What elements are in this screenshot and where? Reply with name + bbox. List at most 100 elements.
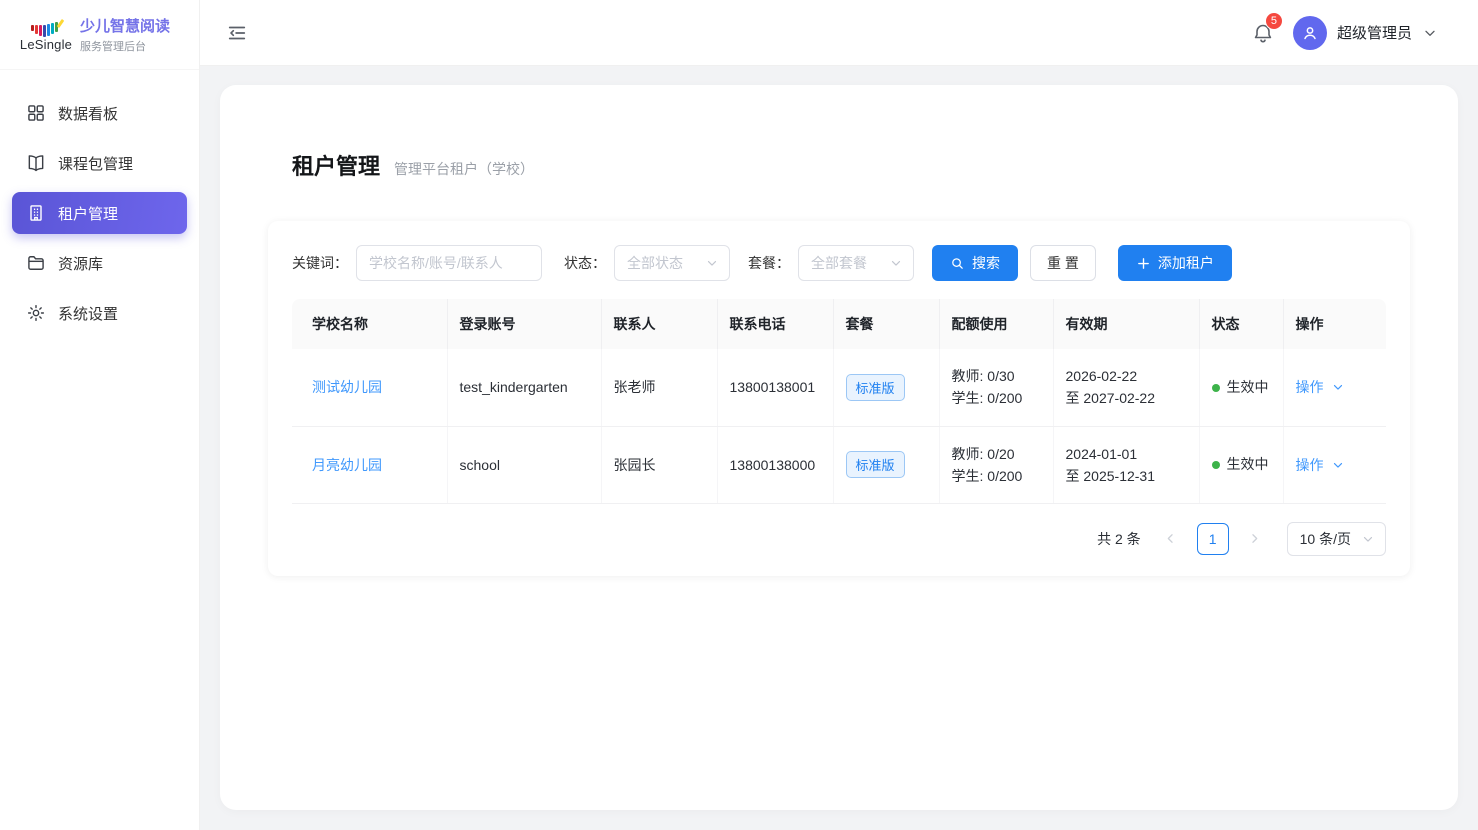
filter-bar: 关键词： 状态： 全部状态 套餐： 全部套餐 <box>292 245 1386 281</box>
header-school-name: 学校名称 <box>292 299 447 349</box>
plan-select[interactable]: 全部套餐 <box>798 245 914 281</box>
page-size-select[interactable]: 10 条/页 <box>1287 522 1386 556</box>
plan-label: 套餐： <box>748 253 790 273</box>
sidebar: LeSingle 少儿智慧阅读 服务管理后台 数据看板 课程包 <box>0 0 200 830</box>
actions-label: 操作 <box>1296 455 1324 475</box>
valid-to: 至 2025-12-31 <box>1066 465 1187 487</box>
page-size-value: 10 条/页 <box>1300 529 1351 549</box>
search-button[interactable]: 搜索 <box>932 245 1018 281</box>
keyword-label: 关键词： <box>292 253 348 273</box>
table-body: 测试幼儿园 test_kindergarten 张老师 13800138001 … <box>292 349 1386 503</box>
pagination-total: 共 2 条 <box>1097 529 1141 549</box>
pagination-prev-icon[interactable] <box>1157 525 1185 553</box>
page-header: 租户管理 管理平台租户（学校） <box>268 149 1410 181</box>
page-title: 租户管理 <box>292 149 380 181</box>
logo-bars-icon <box>31 18 62 36</box>
brand-subtitle: 服务管理后台 <box>80 38 170 54</box>
actions-dropdown[interactable]: 操作 <box>1296 455 1345 475</box>
quota-teacher: 教师: 0/30 <box>952 365 1041 387</box>
phone-cell: 13800138001 <box>717 349 833 426</box>
status-badge: 生效中 <box>1227 456 1269 472</box>
header-plan: 套餐 <box>833 299 939 349</box>
school-name-link[interactable]: 测试幼儿园 <box>312 379 382 395</box>
table-row: 测试幼儿园 test_kindergarten 张老师 13800138001 … <box>292 349 1386 426</box>
plan-select-value: 全部套餐 <box>811 253 867 273</box>
table-row: 月亮幼儿园 school 张园长 13800138000 标准版 教师: 0/2… <box>292 426 1386 503</box>
keyword-input[interactable] <box>356 245 542 281</box>
quota-teacher: 教师: 0/20 <box>952 443 1041 465</box>
sidebar-item-label: 资源库 <box>58 253 103 274</box>
tenant-panel: 关键词： 状态： 全部状态 套餐： 全部套餐 <box>268 221 1410 576</box>
sidebar-item-course-packages[interactable]: 课程包管理 <box>12 142 187 184</box>
chevron-down-icon <box>1331 380 1345 394</box>
search-icon <box>950 256 965 271</box>
page-card: 租户管理 管理平台租户（学校） 关键词： 状态： 全部状态 <box>220 85 1458 810</box>
sidebar-item-tenant-management[interactable]: 租户管理 <box>12 192 187 234</box>
status-cell: 生效中 <box>1199 426 1283 503</box>
notification-bell-icon[interactable]: 5 <box>1251 21 1275 45</box>
building-icon <box>26 203 46 223</box>
status-dot-icon <box>1212 384 1220 392</box>
valid-from: 2024-01-01 <box>1066 443 1187 465</box>
sidebar-item-system-settings[interactable]: 系统设置 <box>12 292 187 334</box>
pagination: 共 2 条 1 10 条/页 <box>292 522 1386 556</box>
dashboard-icon <box>26 103 46 123</box>
quota-cell: 教师: 0/20 学生: 0/200 <box>939 426 1053 503</box>
pagination-page-1[interactable]: 1 <box>1197 523 1229 555</box>
reset-button-label: 重 置 <box>1047 253 1079 273</box>
status-select[interactable]: 全部状态 <box>614 245 730 281</box>
contact-cell: 张园长 <box>601 426 717 503</box>
contact-cell: 张老师 <box>601 349 717 426</box>
plus-icon <box>1136 256 1151 271</box>
header-phone: 联系电话 <box>717 299 833 349</box>
actions-dropdown[interactable]: 操作 <box>1296 377 1345 397</box>
status-dot-icon <box>1212 461 1220 469</box>
search-button-label: 搜索 <box>972 253 1000 273</box>
quota-cell: 教师: 0/30 学生: 0/200 <box>939 349 1053 426</box>
sidebar-item-label: 系统设置 <box>58 303 118 324</box>
username: 超级管理员 <box>1337 22 1412 43</box>
sidebar-item-label: 租户管理 <box>58 203 118 224</box>
reset-button[interactable]: 重 置 <box>1030 245 1096 281</box>
plan-badge: 标准版 <box>846 451 905 478</box>
chevron-down-icon <box>705 256 719 270</box>
tenant-table: 学校名称 登录账号 联系人 联系电话 套餐 配额使用 有效期 状态 操作 <box>292 299 1386 504</box>
add-tenant-button[interactable]: 添加租户 <box>1118 245 1232 281</box>
pagination-next-icon[interactable] <box>1241 525 1269 553</box>
phone-cell: 13800138000 <box>717 426 833 503</box>
sidebar-menu: 数据看板 课程包管理 租户管理 <box>0 70 199 356</box>
header-login-account: 登录账号 <box>447 299 601 349</box>
brand-logo-text: LeSingle <box>20 37 72 52</box>
valid-to: 至 2027-02-22 <box>1066 387 1187 409</box>
folder-icon <box>26 253 46 273</box>
validity-cell: 2026-02-22 至 2027-02-22 <box>1053 349 1199 426</box>
chevron-down-icon <box>1361 532 1375 546</box>
lesingle-logo-icon: LeSingle <box>22 18 70 52</box>
header-validity: 有效期 <box>1053 299 1199 349</box>
status-badge: 生效中 <box>1227 379 1269 395</box>
actions-label: 操作 <box>1296 377 1324 397</box>
header-quota: 配额使用 <box>939 299 1053 349</box>
sidebar-item-label: 课程包管理 <box>58 153 133 174</box>
chevron-down-icon <box>889 256 903 270</box>
login-account-cell: school <box>447 426 601 503</box>
chevron-down-icon <box>1331 458 1345 472</box>
avatar <box>1293 16 1327 50</box>
quota-student: 学生: 0/200 <box>952 465 1041 487</box>
school-name-link[interactable]: 月亮幼儿园 <box>312 457 382 473</box>
header-contact: 联系人 <box>601 299 717 349</box>
gear-icon <box>26 303 46 323</box>
user-menu[interactable]: 超级管理员 <box>1293 16 1438 50</box>
sidebar-item-label: 数据看板 <box>58 103 118 124</box>
status-label: 状态： <box>564 253 606 273</box>
sidebar-item-resource-library[interactable]: 资源库 <box>12 242 187 284</box>
status-cell: 生效中 <box>1199 349 1283 426</box>
header-actions: 操作 <box>1283 299 1386 349</box>
topbar: 5 超级管理员 <box>200 0 1478 66</box>
sidebar-item-dashboard[interactable]: 数据看板 <box>12 92 187 134</box>
validity-cell: 2024-01-01 至 2025-12-31 <box>1053 426 1199 503</box>
menu-fold-icon[interactable] <box>226 22 248 44</box>
plan-badge: 标准版 <box>846 374 905 401</box>
status-select-value: 全部状态 <box>627 253 683 273</box>
brand-logo: LeSingle 少儿智慧阅读 服务管理后台 <box>0 0 199 70</box>
